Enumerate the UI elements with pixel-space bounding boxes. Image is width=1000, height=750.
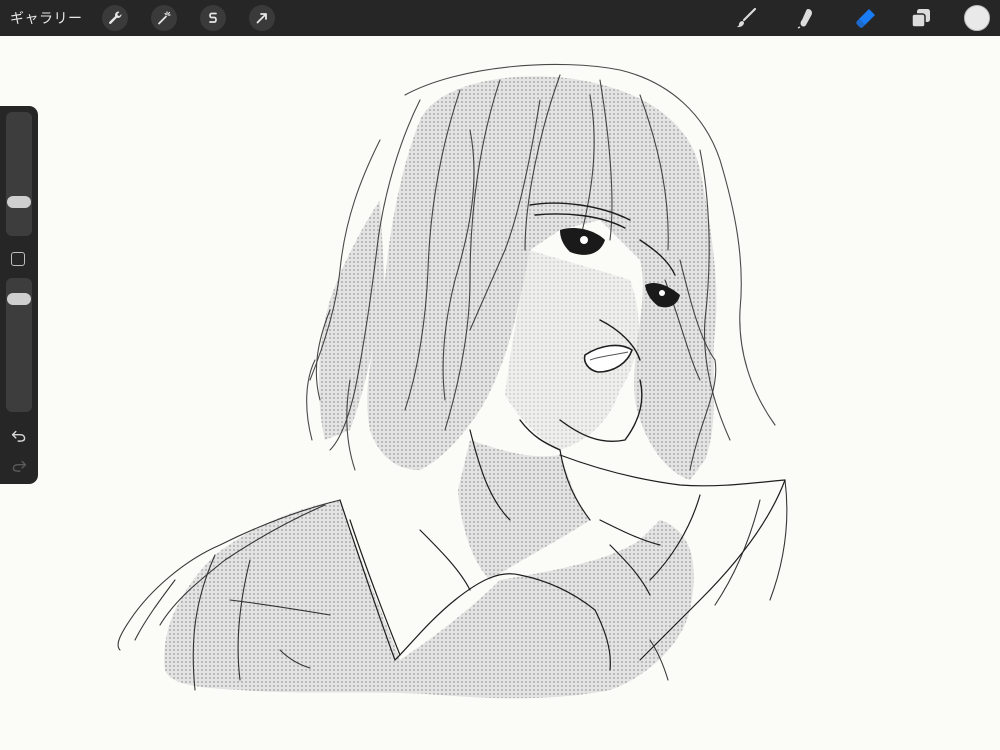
top-toolbar: ギャラリー (0, 0, 1000, 36)
transform-button[interactable] (249, 5, 275, 31)
wrench-icon (109, 11, 122, 24)
actions-button[interactable] (102, 5, 128, 31)
left-sidebar (0, 106, 38, 484)
selection-s-icon (209, 12, 217, 23)
arrow-cursor-icon (256, 13, 267, 24)
adjustments-button[interactable] (151, 5, 177, 31)
smudge-tool-button[interactable] (792, 4, 820, 32)
brush-size-thumb[interactable] (7, 196, 31, 208)
undo-button[interactable] (9, 426, 29, 444)
gallery-button[interactable]: ギャラリー (10, 8, 83, 28)
opacity-thumb[interactable] (7, 292, 31, 305)
procreate-app: ギャラリー (0, 0, 1000, 750)
brush-tool-button[interactable] (732, 4, 760, 32)
color-picker-button[interactable] (964, 5, 990, 31)
eraser-icon (856, 9, 875, 28)
redo-button[interactable] (9, 456, 29, 474)
layers-button[interactable] (907, 4, 935, 32)
modify-button[interactable] (11, 252, 25, 266)
eraser-tool-button[interactable] (852, 4, 880, 32)
selection-button[interactable] (200, 5, 226, 31)
undo-icon (11, 430, 26, 442)
drawing-canvas[interactable] (0, 36, 1000, 750)
layers-icon (911, 9, 930, 28)
smudge-icon (797, 9, 813, 29)
brush-size-slider[interactable] (6, 112, 32, 236)
brush-icon (737, 7, 757, 28)
sketch-artwork (117, 63, 788, 699)
magic-wand-icon (158, 11, 171, 25)
redo-icon (12, 460, 27, 472)
